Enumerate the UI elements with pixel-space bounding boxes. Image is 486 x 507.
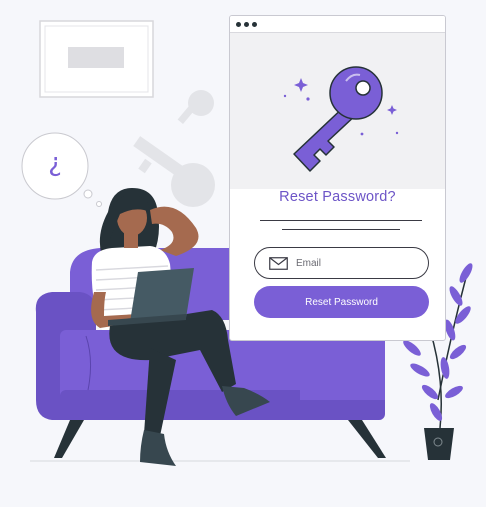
hero-panel (230, 33, 445, 189)
window-controls (230, 16, 445, 33)
title-underline (260, 220, 422, 221)
form-title: Reset Password? (279, 189, 396, 205)
envelope-icon (269, 256, 288, 270)
question-mark: ¿ (48, 148, 62, 178)
background-keys (133, 90, 215, 207)
window-dot (236, 21, 241, 27)
key-icon (283, 66, 399, 172)
window-dot (244, 21, 249, 27)
window-dot (252, 21, 257, 27)
title-underline-short (282, 229, 400, 230)
wall-frame (39, 20, 154, 98)
reset-password-button[interactable]: Reset Password (254, 286, 429, 318)
email-input[interactable] (296, 257, 406, 269)
email-field[interactable] (254, 247, 429, 279)
reset-password-card: Reset Password? Reset Password (229, 15, 446, 341)
